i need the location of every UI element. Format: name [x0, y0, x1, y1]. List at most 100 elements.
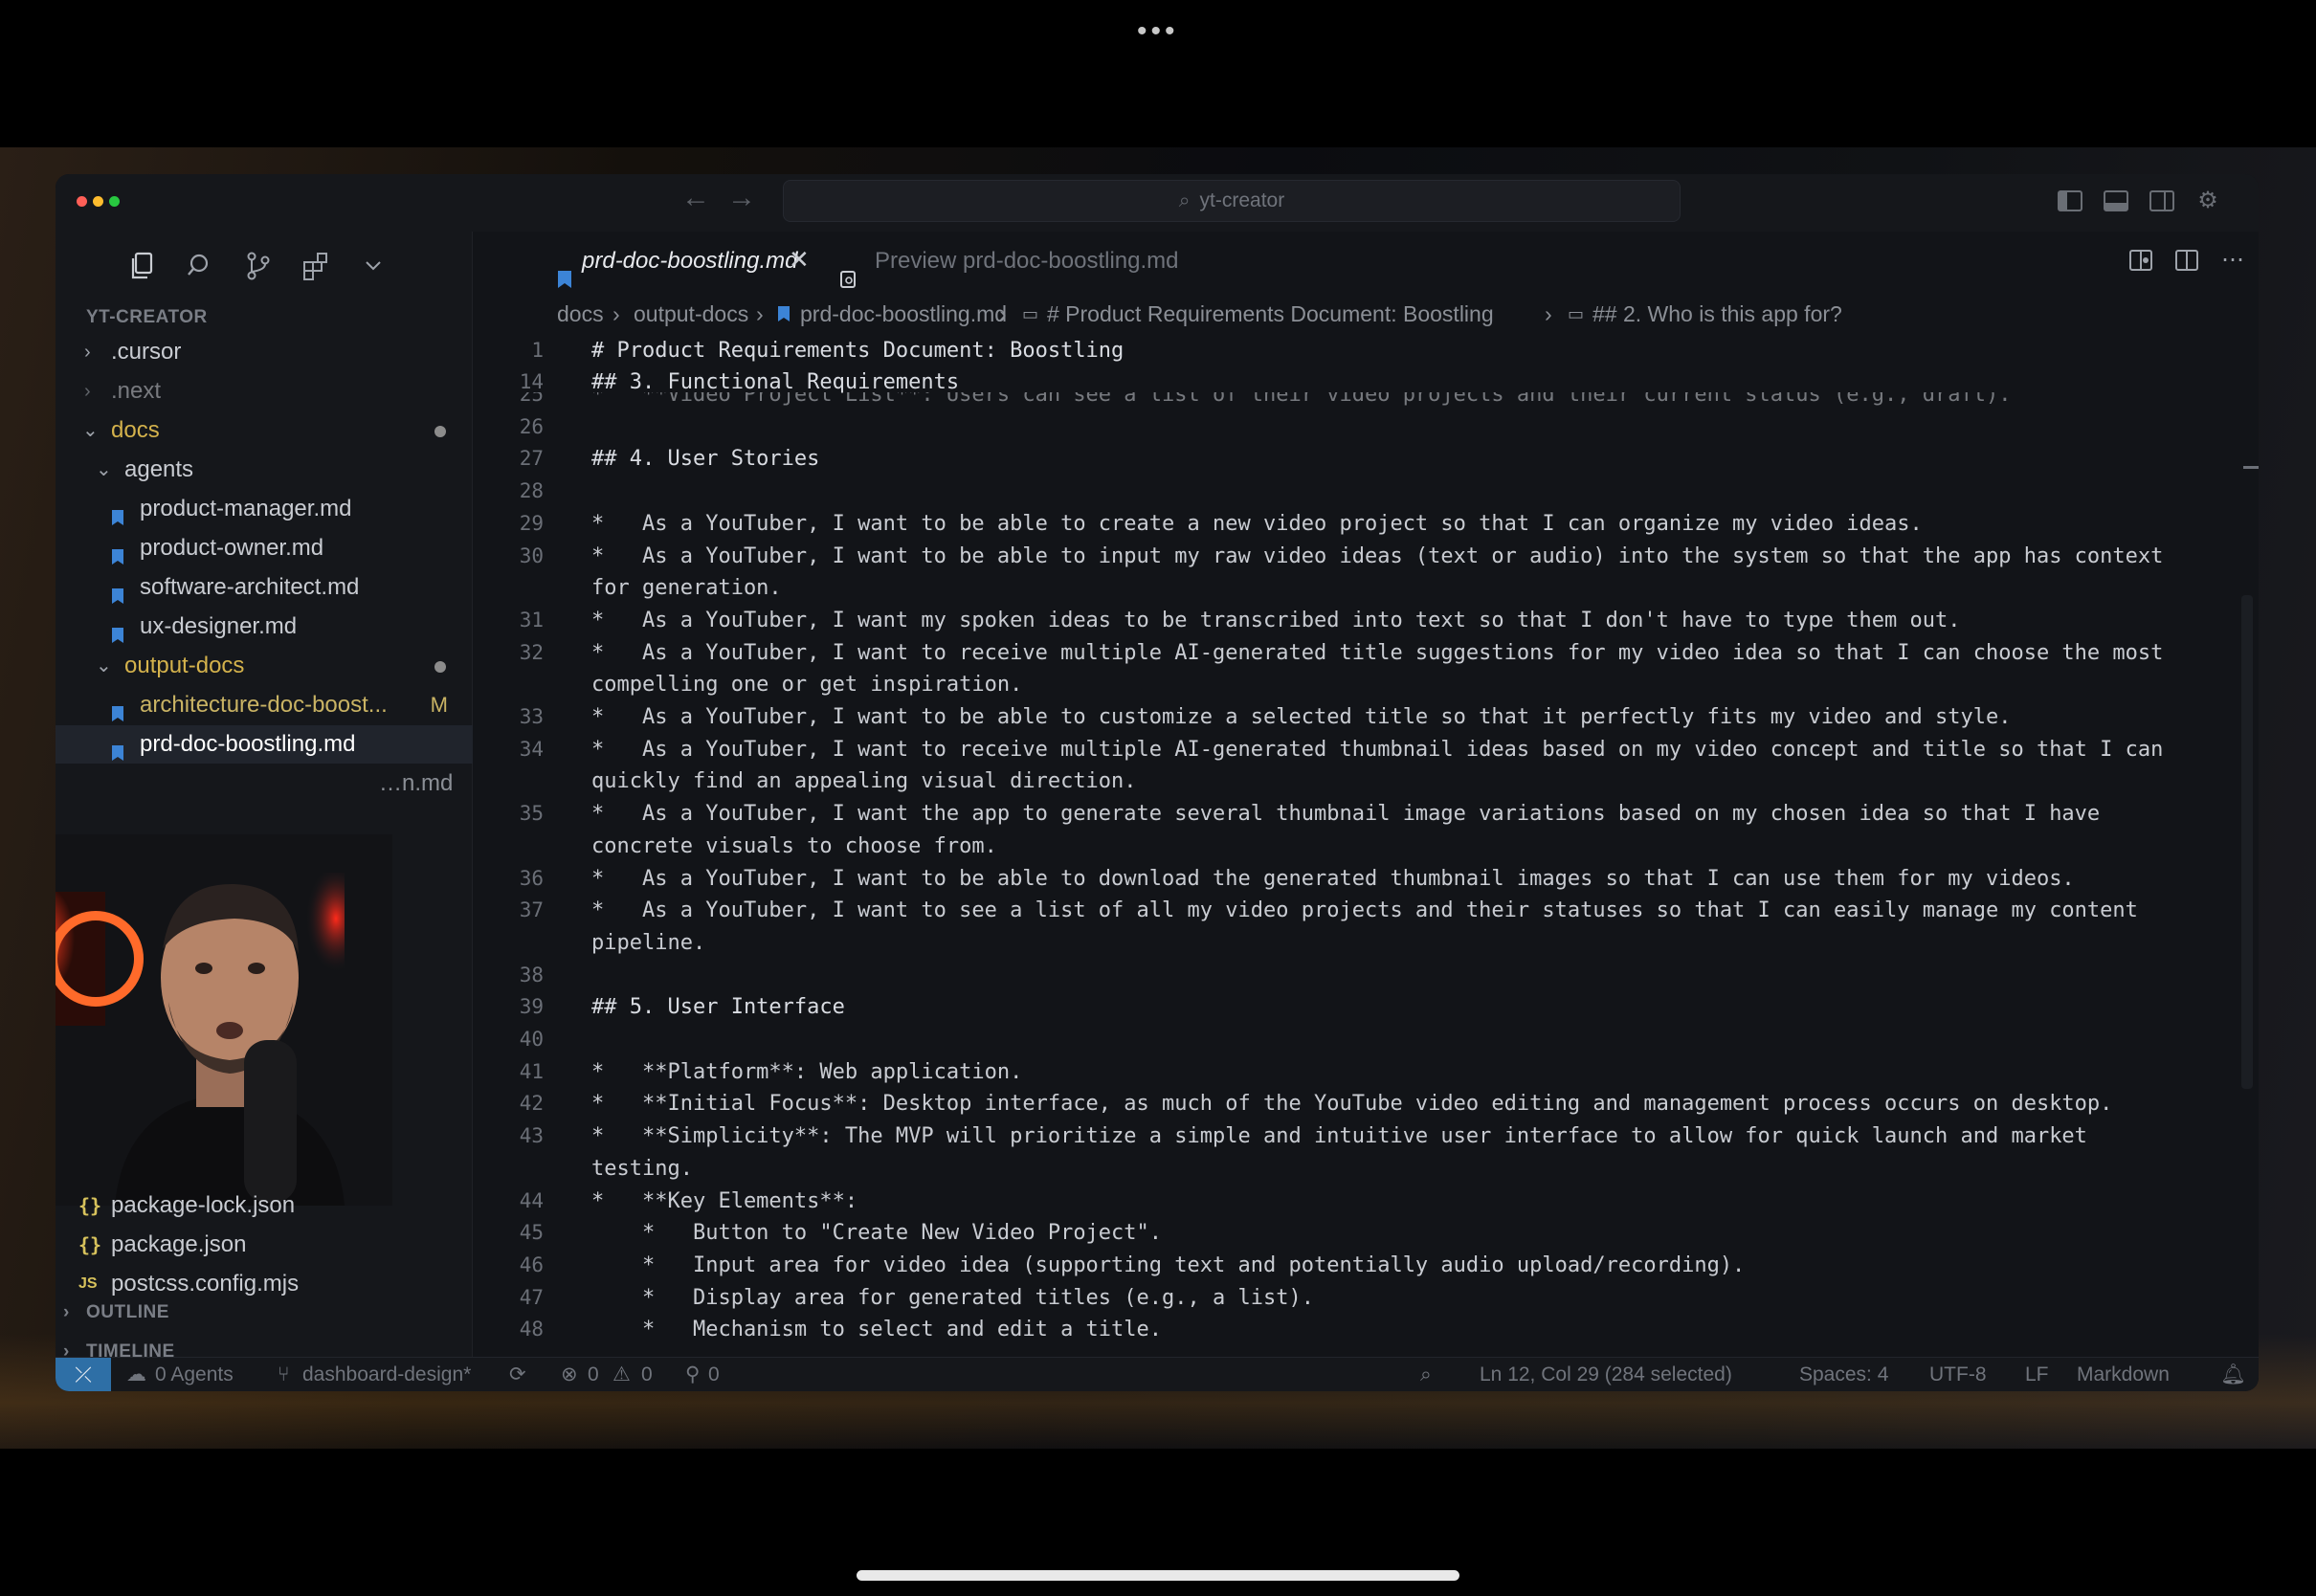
warning-icon: ⚠ [612, 1363, 631, 1385]
breadcrumb-item[interactable]: output-docs [634, 291, 748, 337]
tree-file-product-manager[interactable]: product-manager.md [56, 490, 473, 528]
tree-item-label: .next [111, 378, 162, 404]
markdown-file-icon [777, 305, 791, 322]
tree-item-label: package-lock.json [111, 1192, 296, 1218]
maximize-window-button[interactable] [109, 196, 120, 207]
code-line: * **Simplicity**: The MVP will prioritiz… [591, 1124, 2087, 1149]
line-number: 47 [519, 1285, 544, 1309]
language-mode[interactable]: Markdown [2077, 1358, 2170, 1391]
breadcrumb-item[interactable]: prd-doc-boostling.md [800, 291, 1007, 337]
chevron-down-icon: ⌄ [96, 655, 112, 676]
tree-file-ux-designer[interactable]: ux-designer.md [56, 608, 473, 646]
markdown-file-icon [111, 736, 124, 761]
tree-item-label: agents [124, 456, 194, 482]
explorer-sidebar: YT-CREATOR › .cursor › .next ⌄ docs ⌄ ag… [56, 232, 473, 1362]
split-editor-icon[interactable] [2172, 247, 2201, 274]
tab-bar: prd-doc-boostling.md ✕ Preview prd-doc-b… [473, 232, 2259, 291]
code-editor[interactable]: 25 * **Video Project List**: Users can se… [473, 337, 2259, 1351]
explorer-files-icon[interactable] [126, 249, 161, 283]
close-tab-icon[interactable]: ✕ [789, 245, 810, 275]
tree-file-package-json[interactable]: {} package.json [56, 1226, 473, 1264]
open-preview-to-side-icon[interactable] [2127, 247, 2155, 274]
code-line: for generation. [591, 576, 782, 601]
tree-folder-next[interactable]: › .next [56, 372, 473, 410]
symbol-heading-icon: ▭ [1022, 304, 1039, 323]
ports-count[interactable]: 0 [708, 1358, 720, 1391]
tree-folder-docs[interactable]: ⌄ docs [56, 411, 473, 450]
symbol-heading-icon: ▭ [1568, 304, 1585, 323]
branch-name[interactable]: dashboard-design* [302, 1358, 471, 1391]
code-line: testing. [591, 1156, 693, 1181]
tree-file-product-owner[interactable]: product-owner.md [56, 529, 473, 567]
chevron-down-icon[interactable] [356, 249, 390, 283]
tree-folder-output-docs[interactable]: ⌄ output-docs [56, 647, 473, 685]
back-arrow-icon[interactable]: ← [681, 184, 710, 212]
editor-area: prd-doc-boostling.md ✕ Preview prd-doc-b… [473, 232, 2259, 1357]
line-number: 35 [519, 802, 544, 826]
toggle-secondary-sidebar-icon[interactable] [2148, 188, 2176, 214]
sticky-header-line[interactable]: # Product Requirements Document: Boostli… [591, 339, 1124, 363]
minimize-window-button[interactable] [93, 196, 103, 207]
tree-item-label: product-owner.md [140, 535, 324, 561]
sync-icon[interactable]: ⟳ [509, 1358, 526, 1391]
more-actions-icon[interactable]: ⋯ [2218, 247, 2247, 274]
cloud-icon: ☁ [126, 1363, 146, 1385]
tree-folder-agents[interactable]: ⌄ agents [56, 451, 473, 489]
search-icon[interactable]: ⌕ [1420, 1358, 1432, 1391]
line-number: 34 [519, 737, 544, 761]
settings-gear-icon[interactable]: ⚙ [2194, 188, 2222, 214]
indentation[interactable]: Spaces: 4 [1799, 1358, 1888, 1391]
search-icon[interactable] [184, 249, 218, 283]
code-line: * As a YouTuber, I want to be able to cu… [591, 705, 2012, 729]
cursor-position[interactable]: Ln 12, Col 29 (284 selected) [1480, 1358, 1732, 1391]
chevron-down-icon: ⌄ [82, 420, 99, 441]
source-control-icon[interactable] [241, 249, 276, 283]
tree-file-software-architect[interactable]: software-architect.md [56, 568, 473, 607]
vertical-scrollbar[interactable] [2241, 595, 2253, 1089]
line-number: 43 [519, 1124, 544, 1148]
markdown-file-icon [111, 697, 124, 721]
tree-item-label: package.json [111, 1231, 247, 1257]
breadcrumb-item[interactable]: docs [557, 291, 604, 337]
chevron-right-icon: › [84, 381, 91, 402]
agents-status[interactable]: 0 Agents [155, 1358, 234, 1391]
line-number: 42 [519, 1092, 544, 1116]
command-center[interactable]: ⌕ yt-creator [783, 180, 1681, 222]
search-icon: ⌕ [1178, 189, 1191, 211]
code-line: * Display area for generated titles (e.g… [591, 1285, 1314, 1310]
line-number: 41 [519, 1059, 544, 1083]
ports-icon: ⚲ [685, 1363, 701, 1385]
sticky-header-line[interactable]: ## 3. Functional Requirements [591, 370, 959, 394]
code-line: * Input area for video idea (supporting … [591, 1252, 1746, 1277]
tree-folder-cursor[interactable]: › .cursor [56, 333, 473, 371]
code-line: * As a YouTuber, I want to be able to cr… [591, 511, 1923, 536]
outline-label: OUTLINE [86, 1302, 169, 1322]
toggle-primary-sidebar-icon[interactable] [2056, 188, 2084, 214]
tree-file-prd-doc[interactable]: prd-doc-boostling.md [56, 725, 473, 764]
breadcrumb-item[interactable]: ## 2. Who is this app for? [1592, 291, 1842, 337]
line-number: 32 [519, 640, 544, 664]
chevron-right-icon: › [999, 301, 1007, 326]
line-number: 29 [519, 511, 544, 535]
forward-arrow-icon[interactable]: → [727, 184, 756, 212]
outline-section-header[interactable]: › OUTLINE [56, 1296, 473, 1330]
tree-file-partial[interactable]: …n.md [56, 765, 473, 803]
breadcrumb-item[interactable]: # Product Requirements Document: Boostli… [1047, 291, 1494, 337]
line-number: 37 [519, 898, 544, 922]
error-count[interactable]: 0 [588, 1358, 599, 1391]
remote-icon[interactable]: ⤫ [56, 1358, 111, 1391]
extensions-icon[interactable] [299, 249, 333, 283]
tree-file-architecture-doc[interactable]: architecture-doc-boost... M [56, 686, 473, 724]
encoding[interactable]: UTF-8 [1929, 1358, 1987, 1391]
sticky-scroll-headers[interactable]: 1 # Product Requirements Document: Boostl… [473, 337, 2259, 394]
code-line: * As a YouTuber, I want the app to gener… [591, 802, 2101, 827]
warning-count[interactable]: 0 [641, 1358, 653, 1391]
close-window-button[interactable] [77, 196, 87, 207]
end-of-line[interactable]: LF [2025, 1358, 2049, 1391]
toggle-panel-icon[interactable] [2102, 188, 2130, 214]
tree-file-package-lock[interactable]: {} package-lock.json [56, 1186, 473, 1225]
multitask-dots-icon[interactable]: ••• [1137, 17, 1179, 46]
notifications-bell-icon[interactable]: 🔔︎ [2220, 1358, 2246, 1391]
tab-label: prd-doc-boostling.md [582, 248, 798, 274]
line-number: 44 [519, 1188, 544, 1212]
